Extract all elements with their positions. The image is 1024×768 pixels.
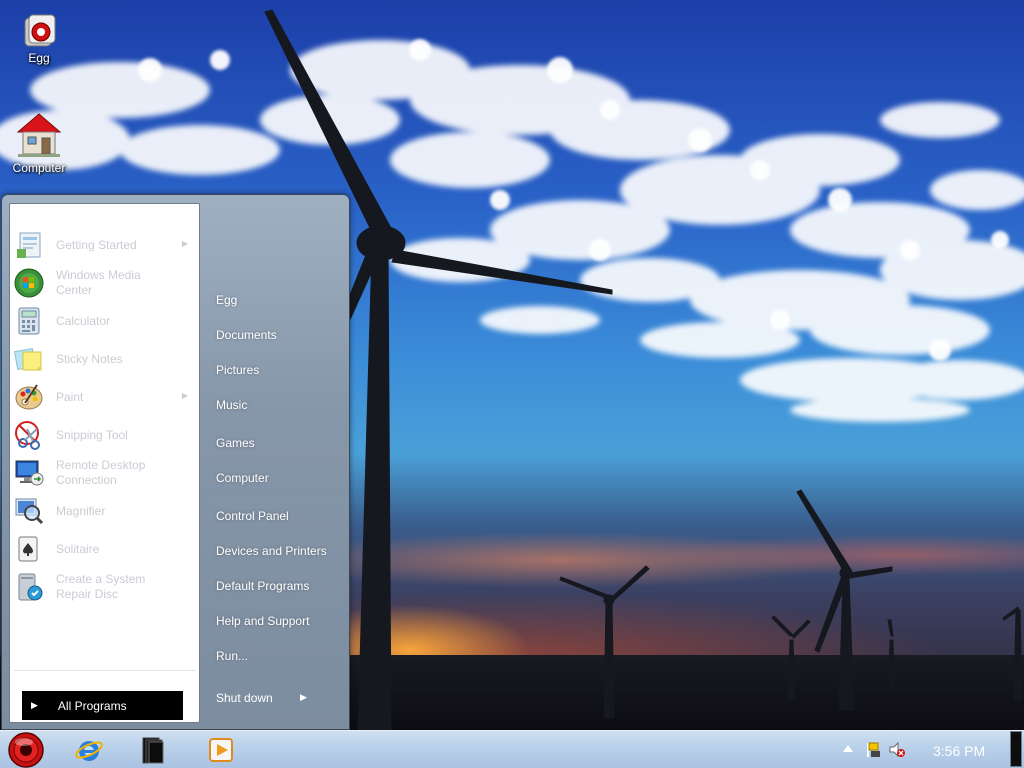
- windows-media-center-icon: [12, 266, 46, 300]
- paint-palette-icon: [12, 380, 46, 414]
- start-orb-icon[interactable]: [6, 731, 46, 768]
- all-programs-button[interactable]: ▶ All Programs: [22, 691, 183, 720]
- program-label: Magnifier: [56, 503, 106, 518]
- shutdown-button[interactable]: Shut down ▶: [209, 686, 309, 710]
- taskbar-media-player[interactable]: [204, 734, 238, 766]
- start-menu-programs-pane: Getting Started ▶ Windows Media Center C…: [9, 203, 200, 723]
- program-item-snipping-tool[interactable]: Snipping Tool: [12, 416, 196, 454]
- snipping-tool-icon: [12, 418, 46, 452]
- place-item-computer[interactable]: Computer: [209, 464, 344, 492]
- place-item-help-and-support[interactable]: Help and Support: [209, 607, 344, 635]
- places-separator: [209, 425, 342, 426]
- place-item-devices-and-printers[interactable]: Devices and Printers: [209, 537, 344, 565]
- program-label: Paint: [56, 389, 84, 404]
- system-tray: 3:56 PM: [840, 731, 1024, 768]
- submenu-arrow-icon: ▶: [181, 391, 188, 400]
- place-label: Games: [216, 436, 255, 450]
- program-item-system-repair-disc[interactable]: Create a System Repair Disc: [12, 568, 196, 606]
- place-label: Pictures: [216, 363, 260, 377]
- program-label: Solitaire: [56, 541, 100, 556]
- start-menu: Getting Started ▶ Windows Media Center C…: [1, 194, 350, 730]
- program-item-windows-media-center[interactable]: Windows Media Center: [12, 264, 196, 302]
- desktop-icon-computer[interactable]: Computer: [9, 110, 69, 175]
- program-item-solitaire[interactable]: Solitaire: [12, 530, 196, 568]
- shutdown-options-arrow-icon[interactable]: ▶: [300, 692, 307, 703]
- getting-started-icon: [12, 228, 46, 262]
- taskbar-clock[interactable]: 3:56 PM: [933, 743, 985, 759]
- place-item-pictures[interactable]: Pictures: [209, 356, 344, 384]
- place-label: Computer: [216, 471, 269, 485]
- place-item-music[interactable]: Music: [209, 391, 344, 419]
- place-label: Help and Support: [216, 614, 310, 628]
- all-programs-arrow-icon: ▶: [31, 700, 38, 710]
- program-label: Sticky Notes: [56, 351, 123, 366]
- place-item-default-programs[interactable]: Default Programs: [209, 572, 344, 600]
- place-item-documents[interactable]: Documents: [209, 321, 344, 349]
- program-item-sticky-notes[interactable]: Sticky Notes: [12, 340, 196, 378]
- program-label: Remote Desktop Connection: [56, 458, 146, 487]
- calculator-icon: [12, 304, 46, 338]
- desktop-icon-egg[interactable]: Egg: [9, 12, 69, 65]
- submenu-arrow-icon: ▶: [181, 239, 188, 248]
- program-label: Snipping Tool: [56, 427, 128, 442]
- computer-house-icon: [16, 113, 62, 157]
- place-label: Devices and Printers: [216, 544, 327, 558]
- desktop-icon-label: Egg: [28, 51, 50, 65]
- place-item-run[interactable]: Run...: [209, 642, 344, 670]
- place-label: Run...: [216, 649, 249, 663]
- show-desktop-button[interactable]: [1010, 731, 1022, 767]
- libraries-folder-icon: [142, 737, 164, 764]
- media-player-icon: [209, 738, 233, 762]
- program-item-remote-desktop[interactable]: Remote Desktop Connection: [12, 454, 196, 492]
- repair-disc-icon: [12, 570, 46, 604]
- show-hidden-icons-icon[interactable]: [843, 745, 853, 752]
- taskbar-internet-explorer[interactable]: [72, 734, 106, 766]
- all-programs-label: All Programs: [57, 698, 127, 713]
- sticky-notes-icon: [12, 342, 46, 376]
- places-separator: [209, 498, 342, 499]
- place-label: Control Panel: [216, 509, 289, 523]
- program-item-magnifier[interactable]: Magnifier: [12, 492, 196, 530]
- program-label: Create a System Repair Disc: [56, 572, 146, 601]
- magnifier-icon: [12, 494, 46, 528]
- program-label: Getting Started: [56, 237, 137, 252]
- shutdown-label: Shut down: [216, 691, 273, 705]
- place-item-games[interactable]: Games: [209, 429, 344, 457]
- program-item-paint[interactable]: Paint ▶: [12, 378, 196, 416]
- program-label: Windows Media Center: [56, 268, 141, 297]
- place-label: Documents: [216, 328, 277, 342]
- action-center-flag-icon[interactable]: [864, 741, 882, 759]
- internet-explorer-icon: [75, 741, 103, 761]
- place-label: Default Programs: [216, 579, 310, 593]
- program-item-calculator[interactable]: Calculator: [12, 302, 196, 340]
- programs-separator: [14, 670, 196, 671]
- taskbar: 3:56 PM: [0, 730, 1024, 768]
- solitaire-icon: [12, 532, 46, 566]
- place-item-control-panel[interactable]: Control Panel: [209, 502, 344, 530]
- place-item-egg[interactable]: Egg: [209, 286, 344, 314]
- place-label: Egg: [216, 293, 238, 307]
- taskbar-libraries[interactable]: [136, 734, 170, 766]
- volume-muted-icon[interactable]: [888, 741, 906, 759]
- egg-app-icon: [24, 14, 56, 47]
- remote-desktop-icon: [12, 456, 46, 490]
- program-item-getting-started[interactable]: Getting Started ▶: [12, 226, 196, 264]
- place-label: Music: [216, 398, 248, 412]
- program-label: Calculator: [56, 313, 111, 328]
- desktop-icon-label: Computer: [12, 161, 66, 175]
